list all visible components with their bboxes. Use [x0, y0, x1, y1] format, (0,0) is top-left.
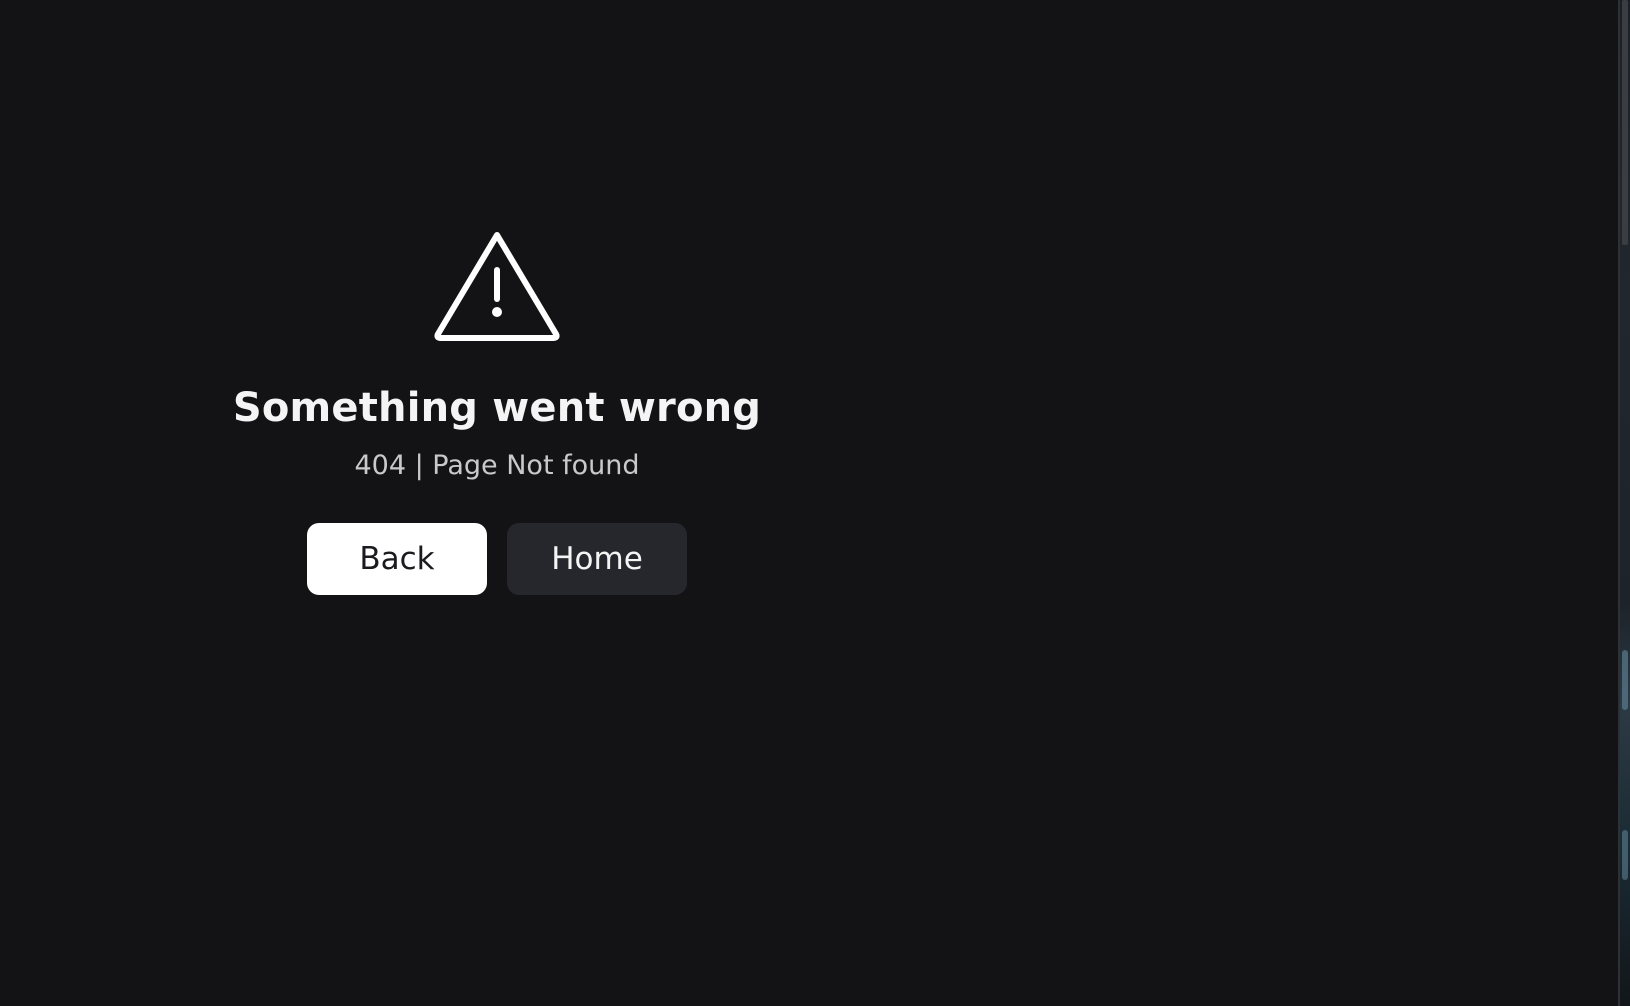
- adjacent-window-accent-lower: [1622, 830, 1628, 880]
- home-button[interactable]: Home: [507, 523, 687, 595]
- error-page: Something went wrong 404 | Page Not foun…: [0, 0, 1630, 1006]
- warning-triangle-icon: [432, 229, 562, 342]
- error-subtitle: 404 | Page Not found: [354, 450, 640, 481]
- adjacent-window-scrollbar[interactable]: [1622, 0, 1628, 245]
- error-title: Something went wrong: [232, 385, 762, 431]
- error-panel: Something went wrong 404 | Page Not foun…: [0, 0, 994, 1006]
- back-button[interactable]: Back: [307, 523, 487, 595]
- adjacent-window-accent: [1622, 650, 1628, 710]
